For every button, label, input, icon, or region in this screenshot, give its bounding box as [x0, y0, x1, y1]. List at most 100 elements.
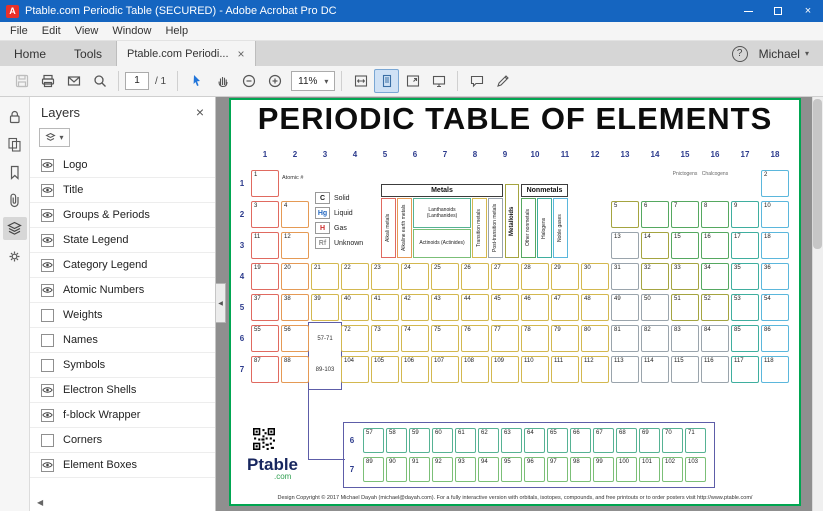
ptable-logo: Ptable .com — [247, 456, 298, 481]
minimize-button[interactable] — [733, 0, 763, 22]
layer-label: Element Boxes — [63, 459, 137, 471]
fit-page-button[interactable] — [374, 69, 399, 93]
hand-tool-button[interactable] — [210, 69, 235, 93]
options-list-icon — [45, 132, 56, 143]
menu-item-file[interactable]: File — [3, 22, 35, 40]
layer-row[interactable]: Logo — [30, 153, 215, 178]
state-legend-item: HgLiquid — [315, 207, 363, 219]
maximize-button[interactable] — [763, 0, 793, 22]
layer-visibility-checkbox[interactable] — [41, 234, 54, 247]
period-label: 5 — [235, 294, 249, 321]
state-label: Liquid — [334, 210, 353, 217]
menu-item-edit[interactable]: Edit — [35, 22, 68, 40]
element-box: 61 — [455, 428, 476, 453]
layer-label: Weights — [63, 309, 103, 321]
comment-button[interactable] — [464, 69, 489, 93]
select-tool-button[interactable] — [184, 69, 209, 93]
presentation-mode-button[interactable] — [426, 69, 451, 93]
save-button[interactable] — [9, 69, 34, 93]
layer-visibility-checkbox[interactable] — [41, 384, 54, 397]
fullscreen-button[interactable] — [400, 69, 425, 93]
layer-visibility-checkbox[interactable] — [41, 209, 54, 222]
tabbar-right: ? Michael ▾ — [732, 41, 823, 66]
layer-row[interactable]: Symbols — [30, 353, 215, 378]
group-label: 14 — [641, 150, 669, 162]
zoom-in-button[interactable] — [262, 69, 287, 93]
tab-document[interactable]: Ptable.com Periodi... × — [116, 41, 256, 66]
menu-item-view[interactable]: View — [68, 22, 106, 40]
page-number-input[interactable]: 1 — [125, 72, 149, 90]
element-box: 103 — [685, 457, 706, 482]
search-button[interactable] — [87, 69, 112, 93]
layer-visibility-checkbox[interactable] — [41, 434, 54, 447]
user-menu[interactable]: Michael ▾ — [759, 47, 809, 61]
layer-visibility-checkbox[interactable] — [41, 159, 54, 172]
element-box: 30 — [581, 263, 609, 290]
nonmetals-header: Nonmetals — [521, 184, 568, 197]
layer-row[interactable]: Groups & Periods — [30, 203, 215, 228]
vertical-scrollbar[interactable] — [812, 97, 823, 511]
layer-visibility-checkbox[interactable] — [41, 334, 54, 347]
layers-button[interactable] — [3, 217, 27, 240]
tab-close-icon[interactable]: × — [238, 47, 245, 61]
layers-options-button[interactable]: ▾ — [39, 128, 70, 147]
layer-row[interactable]: Title — [30, 178, 215, 203]
panel-collapse-chevron[interactable]: ◀ — [37, 498, 43, 507]
menu-item-window[interactable]: Window — [105, 22, 158, 40]
element-box: 100 — [616, 457, 637, 482]
category-label: Alkali metals — [381, 198, 396, 258]
page-thumbnails-button[interactable] — [3, 133, 27, 156]
bookmarks-button[interactable] — [3, 161, 27, 184]
fit-width-button[interactable] — [348, 69, 373, 93]
layer-row[interactable]: Corners — [30, 428, 215, 453]
state-legend-item: RfUnknown — [315, 237, 363, 249]
layer-visibility-checkbox[interactable] — [41, 259, 54, 272]
zoom-level-dropdown[interactable]: 11% ▾ — [291, 71, 335, 91]
help-button[interactable]: ? — [732, 46, 748, 62]
layer-visibility-checkbox[interactable] — [41, 284, 54, 297]
zoom-out-button[interactable] — [236, 69, 261, 93]
menu-item-help[interactable]: Help — [158, 22, 195, 40]
element-box: 73 — [371, 325, 399, 352]
model-tree-button[interactable] — [3, 245, 27, 268]
attachments-button[interactable] — [3, 189, 27, 212]
element-box: 63 — [501, 428, 522, 453]
tab-home[interactable]: Home — [0, 41, 60, 66]
group-label: 6 — [401, 150, 429, 162]
main-content: Layers × ▾ LogoTitleGroups & PeriodsStat… — [0, 97, 823, 511]
layers-panel: Layers × ▾ LogoTitleGroups & PeriodsStat… — [30, 97, 216, 511]
chevron-down-icon: ▾ — [59, 133, 63, 142]
fill-sign-button[interactable] — [490, 69, 515, 93]
element-box: 24 — [401, 263, 429, 290]
element-box: 56 — [281, 325, 309, 352]
scrollbar-thumb[interactable] — [813, 99, 822, 249]
layer-row[interactable]: Atomic Numbers — [30, 278, 215, 303]
layer-row[interactable]: State Legend — [30, 228, 215, 253]
layer-visibility-checkbox[interactable] — [41, 459, 54, 472]
layer-row[interactable]: Element Boxes — [30, 453, 215, 478]
layer-row[interactable]: f-block Wrapper — [30, 403, 215, 428]
sidebar-toggle-button[interactable]: ◀ — [216, 283, 226, 323]
layer-visibility-checkbox[interactable] — [41, 409, 54, 422]
layers-panel-close-button[interactable]: × — [196, 104, 204, 120]
tab-tools[interactable]: Tools — [60, 41, 116, 66]
layer-visibility-checkbox[interactable] — [41, 309, 54, 322]
layer-visibility-checkbox[interactable] — [41, 359, 54, 372]
print-button[interactable] — [35, 69, 60, 93]
security-settings-button[interactable] — [3, 105, 27, 128]
close-button[interactable]: × — [793, 0, 823, 22]
element-box: 15 — [671, 232, 699, 259]
menu-bar: FileEditViewWindowHelp — [0, 22, 823, 41]
layer-row[interactable]: Electron Shells — [30, 378, 215, 403]
layer-row[interactable]: Category Legend — [30, 253, 215, 278]
element-box: 115 — [671, 356, 699, 383]
ptable-logo-text: Ptable — [247, 456, 298, 473]
layer-row[interactable]: Names — [30, 328, 215, 353]
layer-row[interactable]: Weights — [30, 303, 215, 328]
category-label: Post-transition metals — [488, 198, 503, 258]
element-box: 37 — [251, 294, 279, 321]
layers-panel-title: Layers — [41, 105, 196, 120]
presentation-icon — [431, 73, 447, 89]
layer-visibility-checkbox[interactable] — [41, 184, 54, 197]
email-button[interactable] — [61, 69, 86, 93]
